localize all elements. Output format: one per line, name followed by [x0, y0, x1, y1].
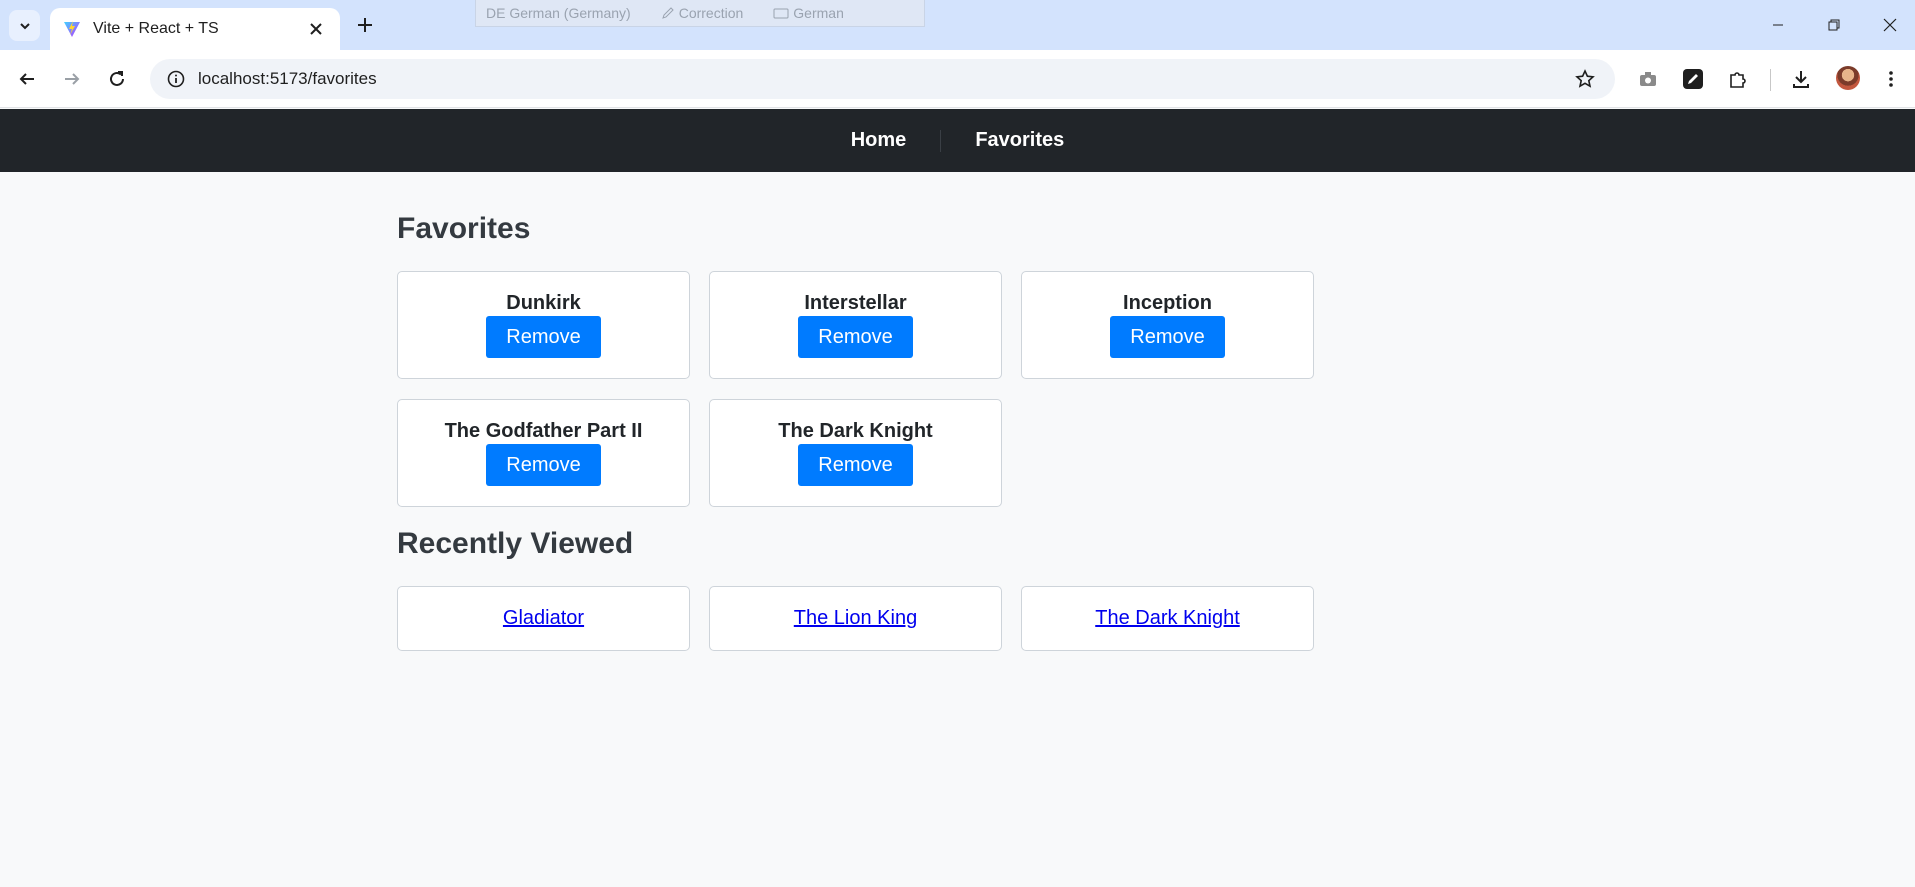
tab-close-icon[interactable]: [304, 17, 328, 41]
extensions-puzzle-icon[interactable]: [1721, 62, 1755, 96]
recent-card: The Lion King: [709, 586, 1002, 651]
favorites-heading: Favorites: [397, 212, 531, 245]
restore-button[interactable]: [1806, 8, 1862, 42]
new-tab-button[interactable]: [351, 11, 379, 39]
close-icon: [1883, 18, 1897, 32]
favorite-title: Inception: [1123, 292, 1212, 314]
site-navbar: Home Favorites: [0, 109, 1915, 172]
ime-keyboard-label: German: [793, 5, 844, 21]
tab-strip: Vite + React + TS DE German (Germany) Co…: [0, 0, 1915, 50]
recent-card: The Dark Knight: [1021, 586, 1314, 651]
reload-icon: [110, 71, 124, 86]
ime-correction[interactable]: Correction: [661, 5, 744, 21]
favorite-title: Interstellar: [804, 292, 907, 314]
back-button[interactable]: [10, 62, 44, 96]
favorite-card: Inception Remove: [1021, 271, 1314, 379]
close-window-button[interactable]: [1862, 8, 1915, 42]
toolbar-divider: [1770, 69, 1771, 91]
arrow-left-icon: [19, 73, 34, 85]
recently-viewed-heading: Recently Viewed: [397, 527, 634, 560]
restore-icon: [1828, 19, 1840, 31]
recent-movie-link[interactable]: The Dark Knight: [1095, 607, 1240, 630]
bookmark-star-icon[interactable]: [1565, 59, 1605, 99]
recent-movie-link[interactable]: Gladiator: [503, 607, 584, 630]
remove-button[interactable]: Remove: [798, 444, 913, 486]
remove-button[interactable]: Remove: [1110, 316, 1225, 358]
favorite-title: Dunkirk: [506, 292, 581, 314]
address-bar[interactable]: localhost:5173/favorites: [150, 59, 1615, 99]
ime-correction-label: Correction: [678, 5, 744, 21]
url-text[interactable]: localhost:5173/favorites: [198, 69, 1565, 89]
forward-button[interactable]: [55, 62, 89, 96]
camera-icon[interactable]: [1631, 62, 1665, 96]
ime-keyboard[interactable]: German: [773, 5, 844, 21]
recently-viewed-grid: Gladiator The Lion King The Dark Knight: [397, 586, 1314, 651]
browser-toolbar: localhost:5173/favorites: [0, 50, 1915, 108]
download-icon[interactable]: [1784, 62, 1818, 96]
favorite-card: The Dark Knight Remove: [709, 399, 1002, 507]
active-tab[interactable]: Vite + React + TS: [50, 8, 340, 50]
favorite-card: The Godfather Part II Remove: [397, 399, 690, 507]
reload-button[interactable]: [100, 62, 134, 96]
recent-card: Gladiator: [397, 586, 690, 651]
recent-movie-link[interactable]: The Lion King: [794, 607, 917, 630]
keyboard-icon: [773, 8, 789, 19]
pencil-icon: [661, 7, 674, 19]
profile-avatar[interactable]: [1836, 66, 1860, 90]
vite-logo-icon: [64, 21, 80, 37]
menu-kebab-icon[interactable]: [1874, 62, 1908, 96]
tab-title: Vite + React + TS: [93, 20, 219, 37]
minimize-button[interactable]: [1750, 8, 1806, 42]
favorite-card: Interstellar Remove: [709, 271, 1002, 379]
nav-favorites-link[interactable]: Favorites: [941, 129, 1098, 152]
nav-home-link[interactable]: Home: [817, 129, 941, 152]
chevron-down-icon: [19, 22, 30, 29]
ime-language[interactable]: DE German (Germany): [486, 5, 631, 21]
pen-extension-icon[interactable]: [1676, 62, 1710, 96]
favorites-grid: Dunkirk Remove Interstellar Remove Incep…: [397, 271, 1314, 507]
favorite-title: The Dark Knight: [778, 420, 933, 442]
favorite-card: Dunkirk Remove: [397, 271, 690, 379]
ime-toolbar: DE German (Germany) Correction German: [475, 0, 925, 27]
plus-icon: [358, 18, 372, 32]
info-icon[interactable]: [156, 59, 196, 99]
remove-button[interactable]: Remove: [486, 444, 601, 486]
tab-search-button[interactable]: [9, 10, 40, 41]
favorite-title: The Godfather Part II: [444, 420, 643, 442]
arrow-right-icon: [65, 73, 80, 85]
remove-button[interactable]: Remove: [486, 316, 601, 358]
minimize-icon: [1773, 24, 1783, 26]
remove-button[interactable]: Remove: [798, 316, 913, 358]
